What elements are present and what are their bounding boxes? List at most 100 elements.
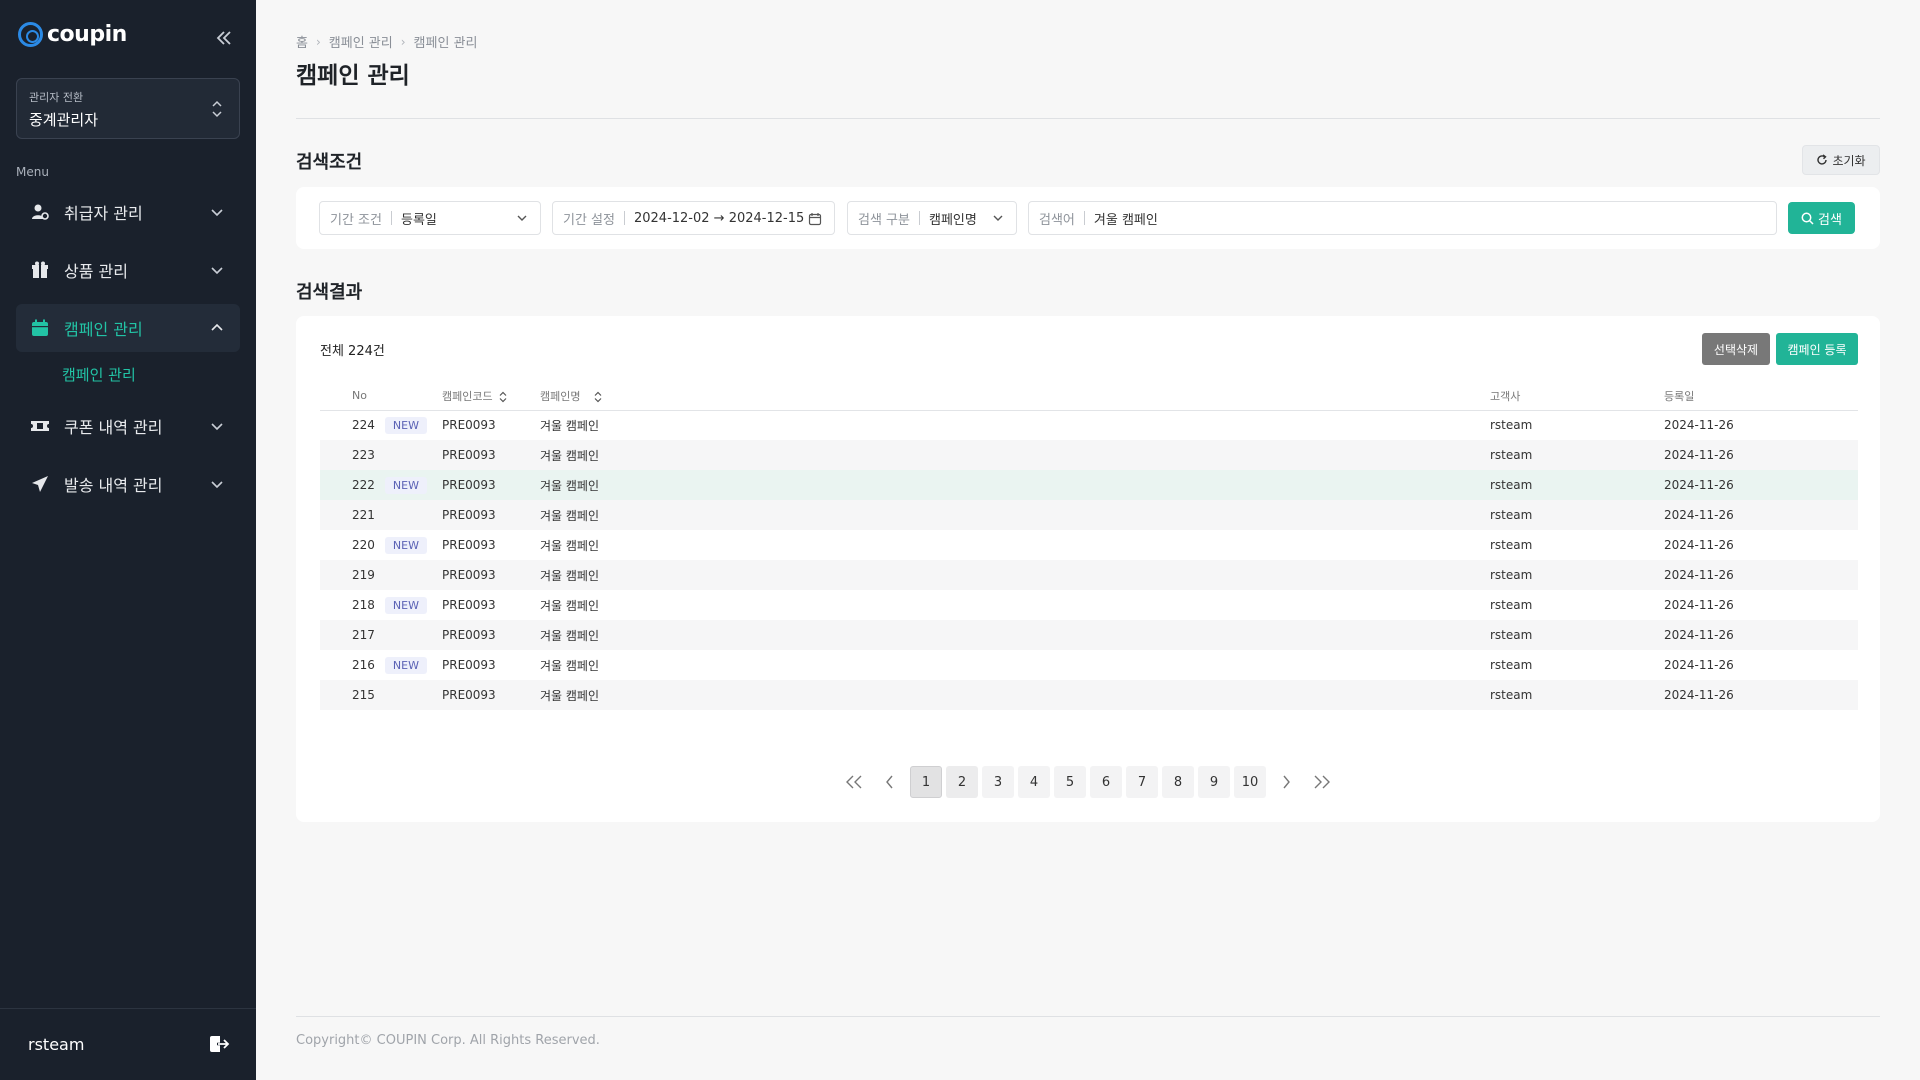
sort-icon[interactable] [594, 391, 602, 403]
sidebar-item-label: 상품 관리 [64, 262, 128, 281]
cell-date: 2024-11-26 [1664, 530, 1858, 560]
cell-code: PRE0093 [442, 440, 540, 470]
cell-name-text: 겨울 캠페인 [540, 658, 600, 673]
cell-date: 2024-11-26 [1664, 500, 1858, 530]
new-badge: NEW [384, 536, 427, 554]
column-name-label: 캠페인명 [540, 389, 581, 403]
page-button[interactable]: 5 [1054, 766, 1086, 798]
breadcrumb-home[interactable]: 홈 [296, 32, 308, 51]
table-row[interactable]: 218 NEW PRE0093 겨울 캠페인 rsteam 2024-11-26 [320, 590, 1858, 620]
page-button[interactable]: 6 [1090, 766, 1122, 798]
cell-code: PRE0093 [442, 650, 540, 680]
page-button[interactable]: 10 [1234, 766, 1266, 798]
reset-button[interactable]: 초기화 [1802, 145, 1880, 175]
cell-client-text: rsteam [1490, 418, 1533, 433]
first-page-button[interactable] [838, 766, 870, 798]
column-code[interactable]: 캠페인코드 [442, 382, 540, 411]
logout-icon[interactable] [208, 1033, 230, 1055]
field-separator [918, 211, 920, 225]
sidebar-item-handler[interactable]: 취급자 관리 [16, 188, 240, 236]
cell-no: 221 [352, 500, 442, 530]
cell-date-text: 2024-11-26 [1664, 508, 1734, 522]
coupin-logo[interactable]: coupin [18, 22, 127, 47]
keyword-value[interactable]: 겨울 캠페인 [1094, 209, 1158, 228]
page-button[interactable]: 8 [1162, 766, 1194, 798]
cell-no: 217 [352, 620, 442, 650]
page-button[interactable]: 2 [946, 766, 978, 798]
sidebar-item-send-history[interactable]: 발송 내역 관리 [16, 460, 240, 508]
cell-code: PRE0093 [442, 530, 540, 560]
cell-client-text: rsteam [1490, 508, 1533, 522]
chevron-down-icon [211, 209, 223, 217]
cell-code-text: PRE0093 [442, 598, 496, 612]
table-row[interactable]: 224 NEW PRE0093 겨울 캠페인 rsteam 2024-11-26 [320, 410, 1858, 440]
table-row[interactable]: 221 PRE0093 겨울 캠페인 rsteam 2024-11-26 [320, 500, 1858, 530]
cell-no: 220 NEW [352, 530, 442, 560]
table-row[interactable]: 217 PRE0093 겨울 캠페인 rsteam 2024-11-26 [320, 620, 1858, 650]
table-row[interactable]: 216 NEW PRE0093 겨울 캠페인 rsteam 2024-11-26 [320, 650, 1858, 680]
sidebar-item-products[interactable]: 상품 관리 [16, 246, 240, 294]
search-button-label: 검색 [1818, 212, 1842, 228]
page-button[interactable]: 1 [910, 766, 942, 798]
cell-code: PRE0093 [442, 500, 540, 530]
cell-code-text: PRE0093 [442, 628, 496, 642]
period-date-range[interactable]: 기간 설정 2024-12-02 → 2024-12-15 [552, 201, 835, 235]
cell-date-text: 2024-11-26 [1664, 688, 1734, 702]
sidebar: coupin 관리자 전환 중계관리자 Menu 취급자 관리 상품 관리 캠페… [0, 0, 256, 1080]
pagination: 1 2 3 4 5 6 7 8 9 10 [296, 766, 1880, 798]
cell-no-text: 217 [352, 628, 375, 642]
table-row[interactable]: 222 NEW PRE0093 겨울 캠페인 rsteam 2024-11-26 [320, 470, 1858, 500]
search-section-title: 검색조건 [296, 152, 363, 173]
page-button[interactable]: 9 [1198, 766, 1230, 798]
column-name[interactable]: 캠페인명 [540, 382, 1490, 411]
role-switch-value: 중계관리자 [29, 111, 99, 129]
keyword-search-input[interactable]: 검색어 겨울 캠페인 [1028, 201, 1777, 235]
cell-date-text: 2024-11-26 [1664, 418, 1734, 433]
cell-date-text: 2024-11-26 [1664, 628, 1734, 642]
row-spacer [320, 530, 352, 560]
header-divider [296, 118, 1880, 119]
sort-icon[interactable] [499, 391, 507, 403]
cell-code: PRE0093 [442, 410, 540, 440]
table-row[interactable]: 223 PRE0093 겨울 캠페인 rsteam 2024-11-26 [320, 440, 1858, 470]
chevron-right-icon [1283, 775, 1290, 789]
calendar-icon [30, 318, 50, 338]
sidebar-item-coupons[interactable]: 쿠폰 내역 관리 [16, 402, 240, 450]
period-value: 2024-12-02 → 2024-12-15 [633, 210, 805, 226]
last-page-button[interactable] [1306, 766, 1338, 798]
cell-code-text: PRE0093 [442, 658, 496, 672]
page-button[interactable]: 3 [982, 766, 1014, 798]
cell-no-text: 224 [352, 417, 375, 432]
cell-name: 겨울 캠페인 [540, 440, 1490, 470]
prev-page-button[interactable] [874, 766, 906, 798]
cell-client: rsteam [1490, 560, 1664, 590]
column-code-label: 캠페인코드 [442, 389, 493, 403]
cell-name-text: 겨울 캠페인 [540, 478, 600, 493]
table-body: 224 NEW PRE0093 겨울 캠페인 rsteam 2024-11-26 223 PR… [320, 410, 1858, 710]
sidebar-item-campaign[interactable]: 캠페인 관리 [16, 304, 240, 352]
cell-client: rsteam [1490, 500, 1664, 530]
collapse-sidebar-button[interactable] [212, 26, 236, 50]
cell-client-text: rsteam [1490, 628, 1533, 642]
search-button[interactable]: 검색 [1788, 202, 1855, 234]
row-spacer [320, 650, 352, 680]
next-page-button[interactable] [1270, 766, 1302, 798]
page-button[interactable]: 4 [1018, 766, 1050, 798]
calendar-icon[interactable] [808, 212, 822, 226]
delete-selected-button[interactable]: 선택삭제 [1702, 333, 1770, 365]
page-button[interactable]: 7 [1126, 766, 1158, 798]
chevron-down-icon [211, 267, 223, 275]
submenu-item-campaign[interactable]: 캠페인 관리 [16, 356, 240, 392]
table-header-row: No 캠페인코드 캠페인명 고객사 등록일 [320, 382, 1858, 411]
breadcrumb-item[interactable]: 캠페인 관리 [329, 32, 393, 51]
register-campaign-button[interactable]: 캠페인 등록 [1776, 333, 1858, 365]
table-row[interactable]: 220 NEW PRE0093 겨울 캠페인 rsteam 2024-11-26 [320, 530, 1858, 560]
admin-role-switcher[interactable]: 관리자 전환 중계관리자 [16, 78, 240, 139]
double-chevron-left-icon [216, 31, 231, 45]
cell-no-text: 221 [352, 508, 375, 522]
table-row[interactable]: 215 PRE0093 겨울 캠페인 rsteam 2024-11-26 [320, 680, 1858, 710]
table-row[interactable]: 219 PRE0093 겨울 캠페인 rsteam 2024-11-26 [320, 560, 1858, 590]
period-condition-select[interactable]: 기간 조건 등록일 [319, 201, 541, 235]
search-type-select[interactable]: 검색 구분 캠페인명 [847, 201, 1017, 235]
cell-date-text: 2024-11-26 [1664, 598, 1734, 612]
